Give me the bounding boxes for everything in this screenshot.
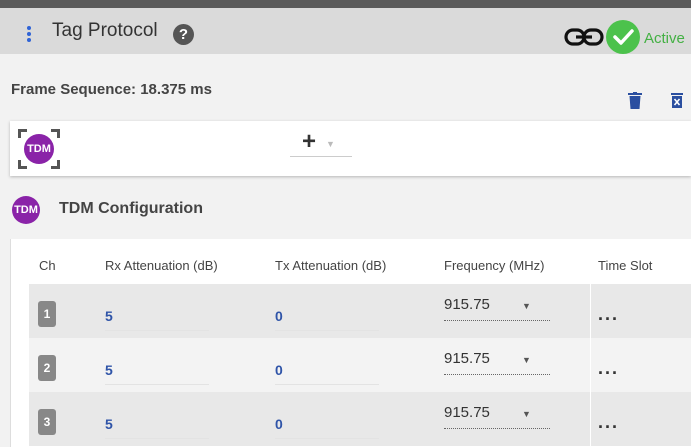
- table-header: Ch Rx Attenuation (dB) Tx Attenuation (d…: [29, 239, 691, 284]
- column-header-ch: Ch: [39, 258, 56, 273]
- select-corners-icon: [18, 129, 27, 138]
- frequency-value: 915.75: [444, 296, 490, 313]
- rx-attenuation-value[interactable]: 5: [105, 416, 113, 432]
- tx-underline: [275, 438, 379, 439]
- tx-attenuation-value[interactable]: 0: [275, 308, 283, 324]
- tx-underline: [275, 330, 379, 331]
- caret-down-icon: ▼: [522, 355, 531, 365]
- column-divider: [590, 392, 591, 446]
- column-divider: [590, 338, 591, 392]
- column-header-frequency: Frequency (MHz): [444, 258, 545, 273]
- tdm-badge: TDM: [24, 134, 54, 164]
- select-corner: [18, 160, 27, 169]
- check-circle-icon: [606, 20, 640, 54]
- rx-underline: [105, 330, 209, 331]
- time-slot-button[interactable]: ...: [598, 358, 619, 379]
- channel-badge: 2: [38, 355, 56, 381]
- trash-icon[interactable]: [628, 92, 642, 109]
- caret-down-icon: ▼: [522, 409, 531, 419]
- kebab-menu-icon[interactable]: [24, 25, 34, 43]
- rx-underline: [105, 438, 209, 439]
- caret-down-icon: ▼: [326, 139, 335, 149]
- tx-underline: [275, 384, 379, 385]
- tdm-tag-selected[interactable]: TDM: [18, 129, 60, 169]
- rx-attenuation-value[interactable]: 5: [105, 308, 113, 324]
- question-circle-icon[interactable]: ?: [173, 24, 194, 45]
- tdm-badge: TDM: [12, 196, 40, 224]
- time-slot-button[interactable]: ...: [598, 304, 619, 325]
- frequency-value: 915.75: [444, 350, 490, 367]
- top-strip: [0, 0, 691, 8]
- tx-attenuation-value[interactable]: 0: [275, 416, 283, 432]
- frequency-select[interactable]: 915.75 ▼: [444, 350, 550, 375]
- page-title: Tag Protocol: [52, 20, 158, 41]
- channel-badge: 3: [38, 409, 56, 435]
- delete-box-icon[interactable]: [671, 93, 683, 108]
- frequency-select[interactable]: 915.75 ▼: [444, 404, 550, 429]
- tx-attenuation-value[interactable]: 0: [275, 362, 283, 378]
- frequency-value: 915.75: [444, 404, 490, 421]
- select-corner: [51, 129, 60, 138]
- table-row: 3 5 0 915.75 ▼ ...: [29, 392, 691, 446]
- column-header-rx: Rx Attenuation (dB): [105, 258, 218, 273]
- rx-attenuation-value[interactable]: 5: [105, 362, 113, 378]
- column-header-tx: Tx Attenuation (dB): [275, 258, 387, 273]
- plus-icon: +: [302, 128, 317, 155]
- time-slot-button[interactable]: ...: [598, 412, 619, 433]
- column-divider: [590, 284, 591, 338]
- section-title: TDM Configuration: [59, 200, 203, 217]
- protocol-header: Tag Protocol ? Active: [0, 8, 691, 54]
- tag-sequence-row: TDM + ▼: [10, 121, 691, 176]
- tdm-config-table: Ch Rx Attenuation (dB) Tx Attenuation (d…: [10, 239, 691, 447]
- column-header-time-slot: Time Slot: [598, 258, 653, 273]
- frequency-select[interactable]: 915.75 ▼: [444, 296, 550, 321]
- rx-underline: [105, 384, 209, 385]
- channel-badge: 1: [38, 301, 56, 327]
- frame-sequence-label: Frame Sequence: 18.375 ms: [11, 81, 212, 98]
- caret-down-icon: ▼: [522, 301, 531, 311]
- link-icon[interactable]: [564, 28, 604, 46]
- table-row: 1 5 0 915.75 ▼ ...: [29, 284, 691, 338]
- status-label: Active: [644, 30, 685, 47]
- select-corner: [51, 160, 60, 169]
- table-row: 2 5 0 915.75 ▼ ...: [29, 338, 691, 392]
- add-tag-dropdown[interactable]: + ▼: [290, 128, 352, 157]
